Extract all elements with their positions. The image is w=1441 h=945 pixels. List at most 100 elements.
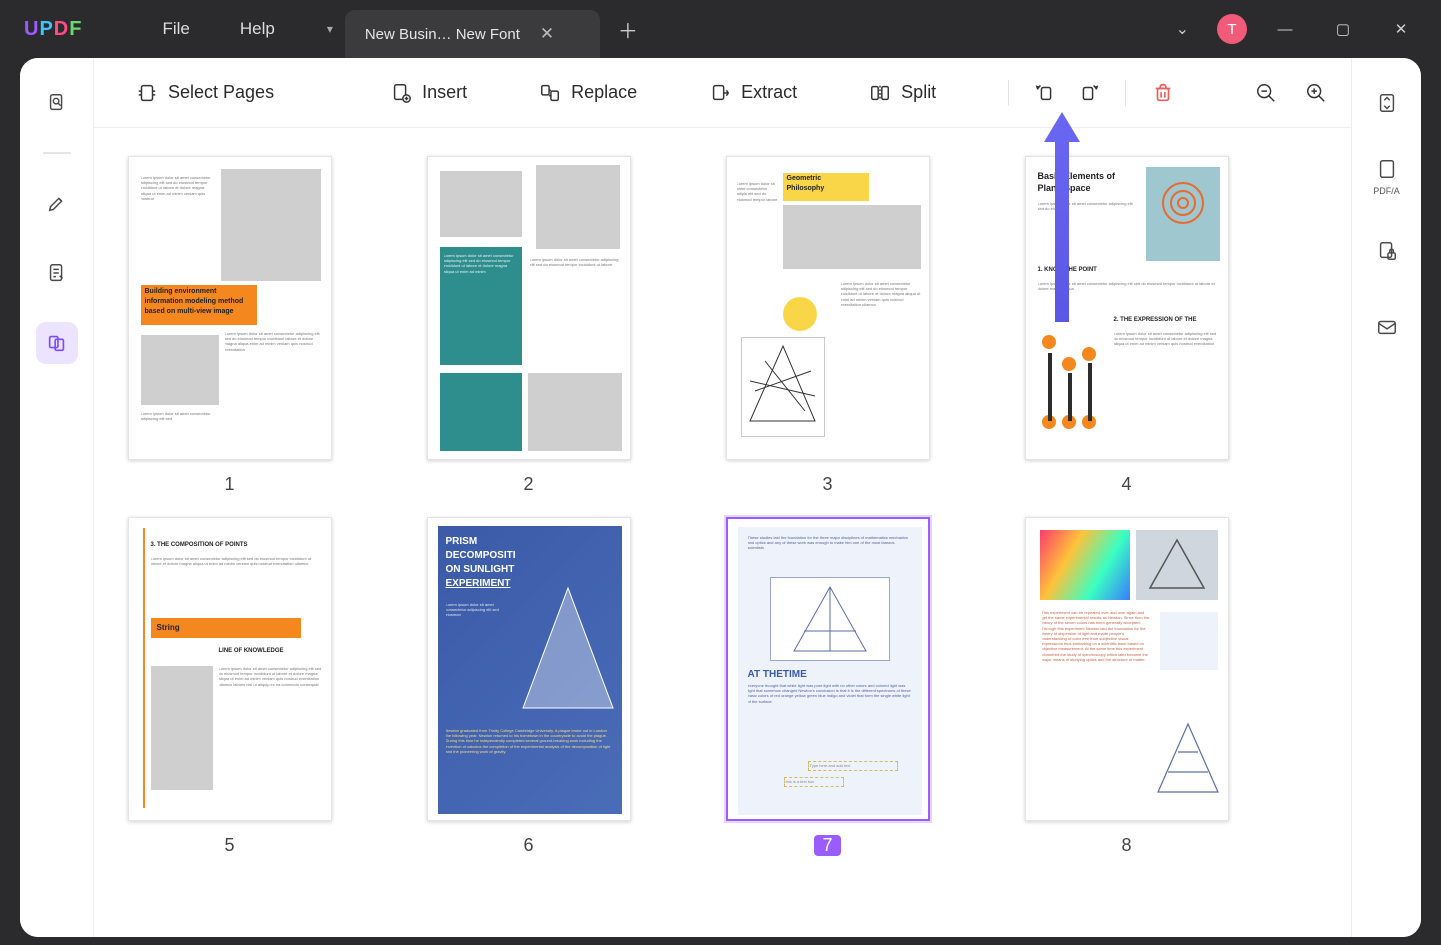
page-number: 1 xyxy=(224,474,234,495)
page3-title2: Philosophy xyxy=(787,185,825,192)
user-avatar[interactable]: T xyxy=(1217,14,1247,44)
p7-hint2: this is a text box xyxy=(784,777,844,787)
lock-document-icon[interactable] xyxy=(1366,230,1408,272)
page-number: 8 xyxy=(1121,835,1131,856)
page-number: 7 xyxy=(814,835,840,856)
page4-title2: Plane Space xyxy=(1038,183,1091,193)
titlebar-right: ⌄ T — ▢ ✕ xyxy=(1166,0,1441,58)
search-page-icon[interactable] xyxy=(36,82,78,124)
page-thumbnail-8[interactable]: This experiment can be repeated over and… xyxy=(1025,517,1229,821)
toolbar-separator xyxy=(1125,80,1126,106)
p7-hint: Type here and add text xyxy=(808,761,898,771)
page-thumbnail-1[interactable]: Lorem ipsum dolor sit amet consectetur a… xyxy=(128,156,332,460)
page5-sec: 3. THE COMPOSITION OF POINTS xyxy=(151,542,248,548)
new-tab-button[interactable]: ＋ xyxy=(608,9,648,49)
p6-t3: ON SUNLIGHT xyxy=(446,564,515,575)
zoom-out-button[interactable] xyxy=(1251,78,1281,108)
page-cell: Lorem ipsum dolor sit amet consectetur a… xyxy=(118,156,341,495)
tab-strip: ▾ New Busin… New Font ✕ ＋ xyxy=(315,0,648,58)
page-toolbar: Select Pages Insert Replace Extract Spli… xyxy=(94,58,1351,128)
rotate-left-icon xyxy=(1035,82,1057,104)
rotate-left-button[interactable] xyxy=(1027,76,1065,110)
titlebar: UPDF File Help ▾ New Busin… New Font ✕ ＋… xyxy=(0,0,1441,58)
select-pages-button[interactable]: Select Pages xyxy=(122,76,288,110)
split-label: Split xyxy=(901,82,936,103)
page4-sec2: 2. THE EXPRESSION OF THE xyxy=(1114,317,1197,323)
center-area: Select Pages Insert Replace Extract Spli… xyxy=(94,58,1351,937)
extract-label: Extract xyxy=(741,82,797,103)
page1-hl1: Building environment xyxy=(145,288,217,295)
page1-hl3: based on multi-view image xyxy=(145,308,234,315)
page5-line: LINE OF KNOWLEDGE xyxy=(219,648,284,654)
pdfa-label: PDF/A xyxy=(1373,186,1400,196)
delete-button[interactable] xyxy=(1144,76,1182,110)
window-maximize[interactable]: ▢ xyxy=(1323,20,1363,38)
page-cell: These studies laid the foundation for th… xyxy=(716,517,939,856)
extract-button[interactable]: Extract xyxy=(695,76,811,110)
thumbnail-area[interactable]: Lorem ipsum dolor sit amet consectetur a… xyxy=(94,128,1351,937)
pdfa-icon[interactable] xyxy=(1366,158,1408,180)
page-thumbnail-2[interactable]: Lorem ipsum dolor sit amet consectetur a… xyxy=(427,156,631,460)
page-thumbnail-7[interactable]: These studies laid the foundation for th… xyxy=(726,517,930,821)
convert-icon[interactable] xyxy=(1366,82,1408,124)
p6-t1: PRISM xyxy=(446,536,478,547)
page-thumbnail-6[interactable]: PRISM DECOMPOSITI ON SUNLIGHT EXPERIMENT… xyxy=(427,517,631,821)
page-cell: PRISM DECOMPOSITI ON SUNLIGHT EXPERIMENT… xyxy=(417,517,640,856)
page3-title1: Geometric xyxy=(787,175,822,182)
page-number: 5 xyxy=(224,835,234,856)
page-cell: Basic Elements of Plane Space Lorem ipsu… xyxy=(1015,156,1238,495)
split-icon xyxy=(869,82,891,104)
toolbar-separator xyxy=(1008,80,1009,106)
zoom-out-icon xyxy=(1255,82,1277,104)
page-number: 6 xyxy=(523,835,533,856)
titlebar-dropdown[interactable]: ⌄ xyxy=(1166,19,1199,39)
page-cell: 3. THE COMPOSITION OF POINTS Lorem ipsum… xyxy=(118,517,341,856)
replace-button[interactable]: Replace xyxy=(525,76,651,110)
tab-title: New Busin… New Font xyxy=(365,26,520,43)
document-tab[interactable]: New Busin… New Font ✕ xyxy=(345,10,600,58)
page5-string: String xyxy=(157,623,180,632)
main-menu: File Help xyxy=(162,19,274,39)
rail-divider xyxy=(43,152,71,154)
page-cell: This experiment can be repeated over and… xyxy=(1015,517,1238,856)
split-button[interactable]: Split xyxy=(855,76,950,110)
page-cell: Geometric Philosophy Lorem ipsum dolor s… xyxy=(716,156,939,495)
insert-button[interactable]: Insert xyxy=(376,76,481,110)
edit-page-icon[interactable] xyxy=(36,252,78,294)
page-thumbnail-5[interactable]: 3. THE COMPOSITION OF POINTS Lorem ipsum… xyxy=(128,517,332,821)
page-number: 3 xyxy=(822,474,832,495)
window-minimize[interactable]: — xyxy=(1265,21,1305,38)
replace-label: Replace xyxy=(571,82,637,103)
left-rail xyxy=(20,58,94,937)
zoom-in-button[interactable] xyxy=(1301,78,1331,108)
trash-icon xyxy=(1152,82,1174,104)
page-number: 2 xyxy=(523,474,533,495)
tab-list-dropdown[interactable]: ▾ xyxy=(315,0,345,58)
close-tab-button[interactable]: ✕ xyxy=(534,24,560,44)
page1-hl2: information modeling method xyxy=(145,298,244,305)
insert-icon xyxy=(390,82,412,104)
toolbar-zoom xyxy=(1251,58,1331,128)
extract-icon xyxy=(709,82,731,104)
menu-file[interactable]: File xyxy=(162,19,189,39)
page-number: 4 xyxy=(1121,474,1131,495)
organize-pages-icon[interactable] xyxy=(36,322,78,364)
page4-title1: Basic Elements of xyxy=(1038,171,1116,181)
highlighter-icon[interactable] xyxy=(36,182,78,224)
menu-help[interactable]: Help xyxy=(240,19,275,39)
p6-t4: EXPERIMENT xyxy=(446,578,511,589)
select-pages-icon xyxy=(136,82,158,104)
p6-t2: DECOMPOSITI xyxy=(446,550,516,561)
page-thumbnail-4[interactable]: Basic Elements of Plane Space Lorem ipsu… xyxy=(1025,156,1229,460)
insert-label: Insert xyxy=(422,82,467,103)
select-pages-label: Select Pages xyxy=(168,82,274,103)
rotate-right-button[interactable] xyxy=(1069,76,1107,110)
page-cell: Lorem ipsum dolor sit amet consectetur a… xyxy=(417,156,640,495)
window-close[interactable]: ✕ xyxy=(1381,20,1421,38)
page4-sec1: 1. KNOW THE POINT xyxy=(1038,267,1097,273)
rotate-right-icon xyxy=(1077,82,1099,104)
mail-icon[interactable] xyxy=(1366,306,1408,348)
right-rail: PDF/A xyxy=(1351,58,1421,937)
p7-headline: AT THETIME xyxy=(748,669,807,680)
page-thumbnail-3[interactable]: Geometric Philosophy Lorem ipsum dolor s… xyxy=(726,156,930,460)
